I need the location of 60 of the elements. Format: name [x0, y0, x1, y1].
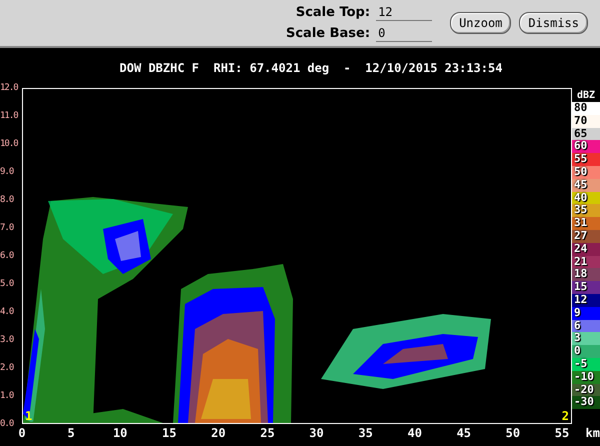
color-scale-entry: 6	[572, 320, 600, 332]
axis-tick-label: 30	[309, 426, 324, 440]
color-scale-entry: 15	[572, 281, 600, 294]
color-scale-entry: -5	[572, 358, 600, 371]
axis-tick-label: 15	[162, 426, 176, 440]
axis-tick-label: 40	[408, 426, 422, 440]
color-scale-entry: 21	[572, 256, 600, 268]
color-scale-entry: 60	[572, 140, 600, 154]
axis-tick-label: 55	[554, 426, 570, 440]
color-scale-entry: 0	[572, 345, 600, 358]
axis-tick-label: 5	[67, 426, 75, 440]
axis-tick-label: 1.0	[0, 391, 14, 401]
input-field[interactable]: 12	[376, 4, 432, 21]
axis-tick-label: 11.0	[0, 111, 18, 121]
color-scale-entry: 31	[572, 217, 600, 230]
scale-unit-label: dBZ	[576, 90, 596, 102]
axis-tick-label: 10	[112, 426, 128, 440]
axis-tick-label: 50	[506, 426, 520, 440]
color-scale-entry: 9	[572, 306, 600, 320]
axis-tick-label: 7.0	[0, 223, 14, 233]
axis-tick-label: 0.0	[0, 419, 14, 429]
color-scale-entry: 27	[572, 230, 600, 243]
color-scale-entry: -30	[572, 396, 600, 410]
axis-tick-label: 12.0	[0, 83, 18, 93]
color-scale-entry: 80	[572, 102, 600, 115]
axis-tick-label: 2.0	[0, 363, 14, 373]
axis-tick-label: 10.0	[0, 139, 18, 149]
color-scale-entry: 3	[572, 332, 600, 346]
plot-title: DOW DBZHC F RHI: 67.4021 deg - 12/10/2015 23:13:54	[120, 61, 502, 75]
axis-tick-label: 8.0	[0, 195, 14, 205]
axis-tick-label: 35	[358, 426, 373, 440]
axis-unit-label: km	[586, 426, 600, 440]
color-scale-entry: 65	[572, 128, 600, 140]
input-field[interactable]: 0	[376, 25, 432, 42]
color-scale-entry: 70	[572, 114, 600, 128]
color-scale-entry: 35	[572, 204, 600, 218]
color-scale-entry: 45	[572, 178, 600, 192]
axis-tick-label: 25	[260, 426, 275, 440]
axis-tick-label: 0	[18, 426, 26, 440]
color-scale-entry: 18	[572, 268, 600, 282]
color-scale-entry: -20	[572, 384, 600, 396]
axis-tick-label: 20	[211, 426, 226, 440]
axis-tick-label: 4.0	[0, 307, 14, 317]
unzoom-button[interactable]: Unzoom	[450, 12, 512, 34]
color-scale-entry: 40	[572, 192, 600, 204]
dismiss-button[interactable]: Dismiss	[519, 12, 588, 34]
axis-tick-label: 9.0	[0, 167, 14, 177]
field-label: Scale Base:	[286, 26, 370, 41]
color-scale-entry: 24	[572, 242, 600, 256]
color-scale-entry: 55	[572, 153, 600, 166]
endpoint-marker: 1	[25, 409, 32, 423]
axis-tick-label: 45	[456, 426, 472, 440]
endpoint-marker: 2	[562, 409, 569, 423]
field-label: Scale Top:	[294, 5, 370, 20]
axis-tick-label: 3.0	[0, 335, 14, 345]
axis-tick-label: 6.0	[0, 251, 14, 261]
axis-tick-label: 5.0	[0, 279, 14, 289]
color-scale-entry: 12	[572, 294, 600, 307]
color-scale-entry: 50	[572, 166, 600, 179]
color-scale-entry: -10	[572, 370, 600, 384]
